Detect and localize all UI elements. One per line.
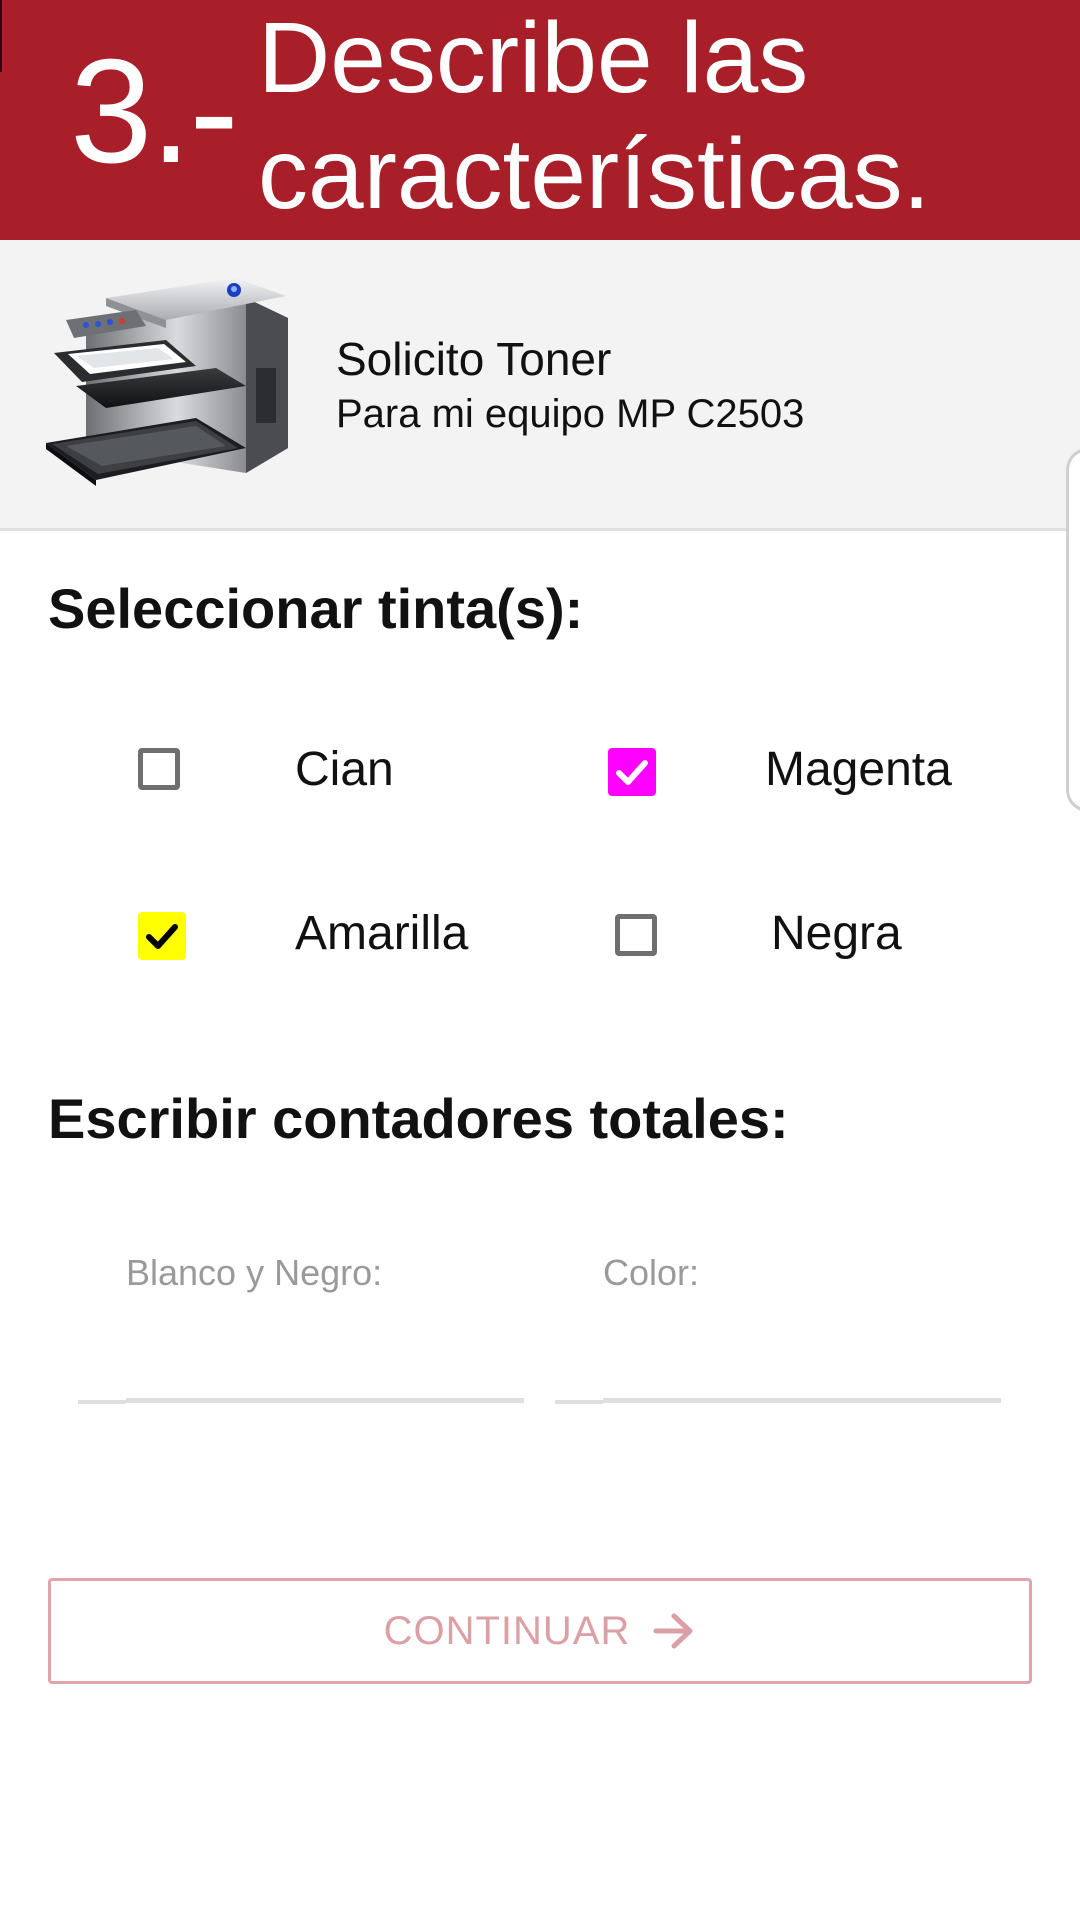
- color-counter-underline: [603, 1398, 1001, 1403]
- checkbox-cian[interactable]: [138, 748, 180, 790]
- product-title: Solicito Toner: [336, 333, 612, 385]
- checkbox-negra[interactable]: [615, 914, 657, 956]
- continue-button-label: CONTINUAR: [383, 1608, 631, 1653]
- bw-counter-underline: [126, 1398, 524, 1403]
- counters-section-title: Escribir contadores totales:: [48, 1087, 789, 1150]
- corner-mark: [0, 0, 2, 72]
- checkbox-amarilla[interactable]: [138, 912, 186, 960]
- color-counter-underline-start: [555, 1400, 603, 1404]
- page-title: Describe las características.: [258, 2, 931, 230]
- label-magenta[interactable]: Magenta: [765, 742, 952, 797]
- label-cian[interactable]: Cian: [295, 742, 394, 797]
- printer-icon: [46, 278, 288, 486]
- product-card: Solicito Toner Para mi equipo MP C2503: [0, 240, 1080, 531]
- product-subtitle: Para mi equipo MP C2503: [336, 392, 805, 436]
- color-counter-input[interactable]: [603, 1310, 1005, 1368]
- label-amarilla[interactable]: Amarilla: [295, 906, 468, 961]
- side-panel-handle[interactable]: [1066, 448, 1080, 812]
- step-number: 3.-: [70, 29, 239, 194]
- color-counter-label: Color:: [603, 1252, 700, 1293]
- label-negra[interactable]: Negra: [771, 906, 902, 961]
- bw-counter-underline-start: [78, 1400, 126, 1404]
- page-header: 3.- Describe las características.: [0, 0, 1080, 240]
- continue-button[interactable]: CONTINUAR: [48, 1578, 1032, 1684]
- bw-counter-input[interactable]: [126, 1310, 528, 1368]
- check-icon: [146, 924, 178, 949]
- bw-counter-label: Blanco y Negro:: [126, 1252, 383, 1293]
- arrow-right-icon: [653, 1613, 693, 1649]
- checkbox-magenta[interactable]: [608, 748, 656, 796]
- ink-section-title: Seleccionar tinta(s):: [48, 577, 584, 640]
- check-icon: [616, 760, 648, 785]
